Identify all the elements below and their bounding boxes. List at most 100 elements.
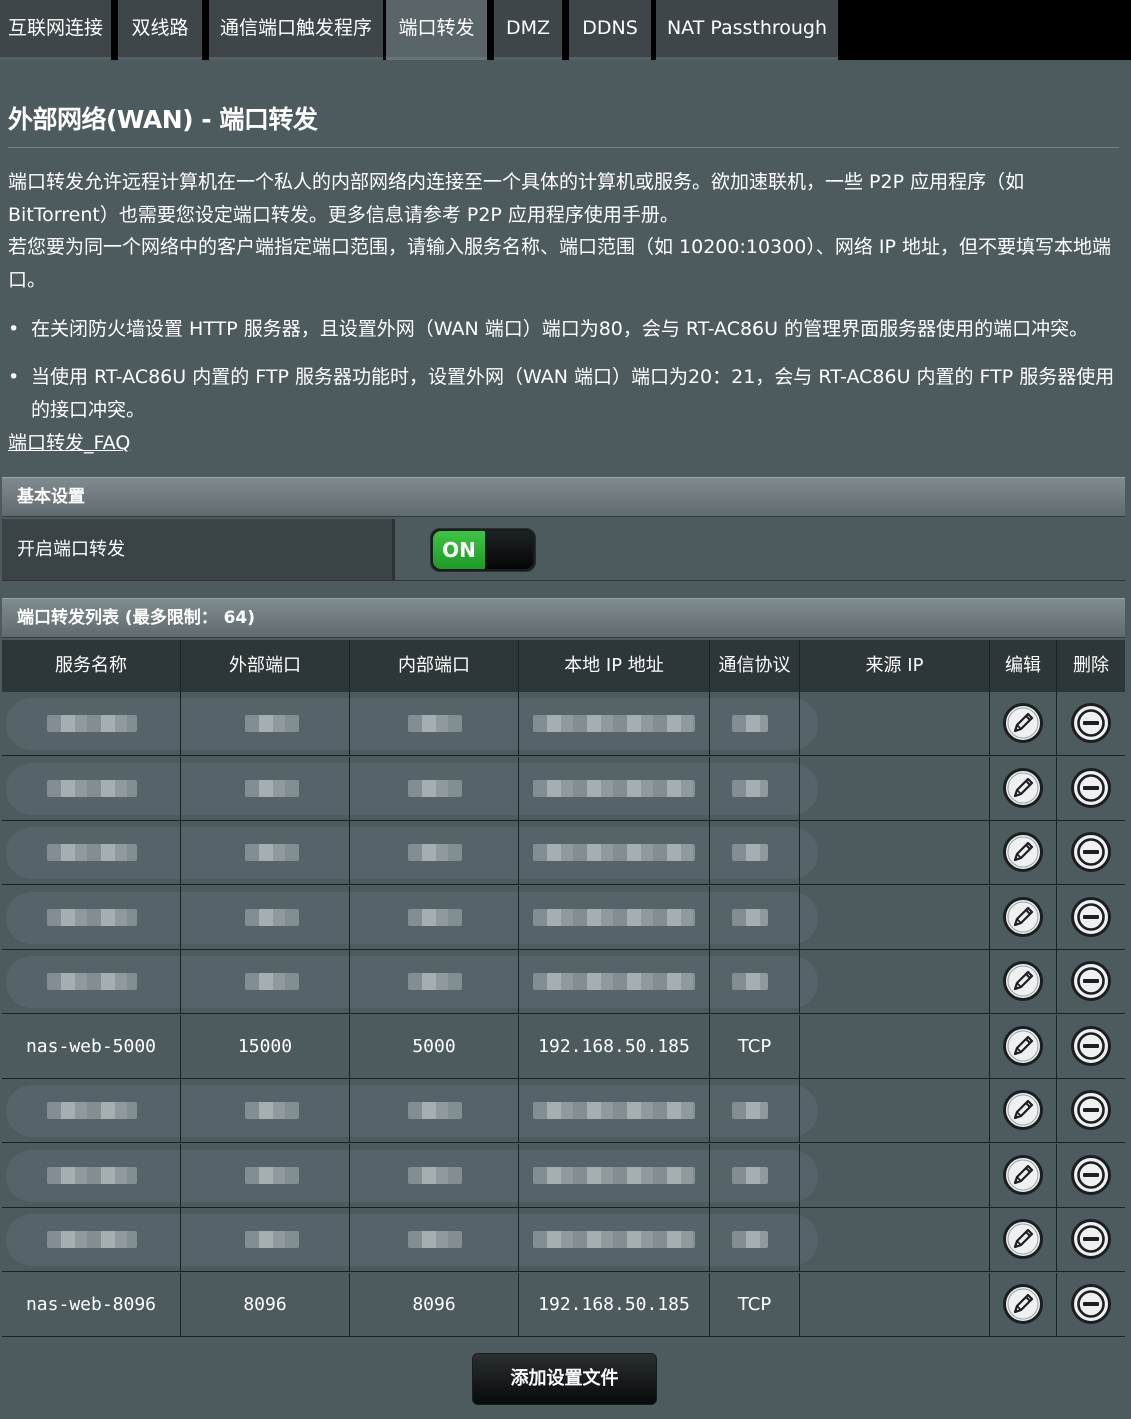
pencil-icon[interactable] [1002, 767, 1044, 809]
minus-circle-icon[interactable] [1070, 960, 1112, 1002]
cell-service-name [2, 692, 181, 755]
table-row [2, 821, 1125, 885]
title-divider [8, 147, 1119, 148]
tab-bar: 互联网连接 双线路 通信端口触发程序 端口转发 DMZ DDNS NAT Pas… [0, 0, 1131, 60]
redacted-value [47, 715, 137, 732]
redacted-value [245, 844, 299, 861]
redacted-value [408, 1231, 462, 1248]
cell-local-ip [519, 821, 710, 884]
minus-circle-icon[interactable] [1070, 1025, 1112, 1067]
tab-internet[interactable]: 互联网连接 [0, 0, 111, 60]
range-hint-paragraph: 若您要为同一个网络中的客户端指定端口范围，请输入服务名称、端口范围（如 1020… [8, 236, 1111, 291]
cell-local-ip [519, 1208, 710, 1271]
redacted-value [47, 909, 137, 926]
cell-source-ip [800, 821, 990, 884]
cell-service-name [2, 821, 181, 884]
minus-circle-icon[interactable] [1070, 1283, 1112, 1325]
pencil-icon[interactable] [1002, 896, 1044, 938]
redacted-value [533, 1231, 695, 1248]
minus-circle-icon[interactable] [1070, 1218, 1112, 1260]
cell-edit [990, 1208, 1057, 1271]
cell-delete [1057, 1144, 1125, 1207]
cell-internal-port [350, 1208, 519, 1271]
cell-protocol [710, 757, 800, 820]
cell-delete [1057, 1273, 1125, 1336]
pencil-icon[interactable] [1002, 1283, 1044, 1325]
cell-protocol [710, 1079, 800, 1142]
table-row [2, 1144, 1125, 1208]
tab-ddns[interactable]: DDNS [569, 0, 651, 60]
redacted-value [732, 973, 768, 990]
cell-edit [990, 1079, 1057, 1142]
port-forwarding-list-header: 端口转发列表 (最多限制： 64) [2, 598, 1125, 638]
column-source-ip: 来源 IP [800, 640, 990, 692]
column-external-port: 外部端口 [181, 640, 350, 692]
redacted-value [47, 780, 137, 797]
table-header: 服务名称 外部端口 内部端口 本地 IP 地址 通信协议 来源 IP 编辑 删除 [2, 640, 1125, 692]
cell-source-ip [800, 757, 990, 820]
cell-service-name [2, 1144, 181, 1207]
page-title: 外部网络(WAN) - 端口转发 [8, 105, 318, 134]
redacted-value [47, 973, 137, 990]
cell-service-name [2, 950, 181, 1013]
minus-circle-icon[interactable] [1070, 896, 1112, 938]
cell-edit [990, 1015, 1057, 1078]
pencil-icon[interactable] [1002, 960, 1044, 1002]
minus-circle-icon[interactable] [1070, 702, 1112, 744]
redacted-value [245, 1167, 299, 1184]
cell-delete [1057, 886, 1125, 949]
redacted-value [245, 715, 299, 732]
cell-internal-port [350, 950, 519, 1013]
redacted-value [408, 715, 462, 732]
table-row: nas-web-5000 15000 5000 192.168.50.185 TCP [2, 1015, 1125, 1079]
minus-circle-icon[interactable] [1070, 767, 1112, 809]
cell-local-ip [519, 1144, 710, 1207]
redacted-value [533, 844, 695, 861]
pencil-icon[interactable] [1002, 1218, 1044, 1260]
redacted-value [533, 780, 695, 797]
pencil-icon[interactable] [1002, 1154, 1044, 1196]
tab-divider [202, 0, 209, 60]
cell-source-ip [800, 1144, 990, 1207]
tab-dual-wan[interactable]: 双线路 [118, 0, 202, 60]
minus-circle-icon[interactable] [1070, 831, 1112, 873]
cell-external-port [181, 1208, 350, 1271]
pencil-icon[interactable] [1002, 831, 1044, 873]
cell-protocol: TCP [710, 1273, 800, 1336]
tab-divider [487, 0, 494, 60]
redacted-value [245, 909, 299, 926]
cell-internal-port: 5000 [350, 1015, 519, 1078]
cell-external-port [181, 1144, 350, 1207]
cell-service-name: nas-web-8096 [2, 1273, 181, 1336]
cell-source-ip [800, 1015, 990, 1078]
redacted-value [732, 1102, 768, 1119]
pencil-icon[interactable] [1002, 702, 1044, 744]
tab-dmz[interactable]: DMZ [494, 0, 562, 60]
cell-protocol [710, 1208, 800, 1271]
cell-external-port [181, 950, 350, 1013]
minus-circle-icon[interactable] [1070, 1154, 1112, 1196]
table-row [2, 886, 1125, 950]
cell-edit [990, 692, 1057, 755]
redacted-value [47, 1231, 137, 1248]
redacted-value [245, 973, 299, 990]
tab-nat-passthrough[interactable]: NAT Passthrough [656, 0, 838, 60]
port-forwarding-toggle[interactable]: ON [430, 528, 536, 572]
redacted-value [408, 844, 462, 861]
redacted-value [533, 715, 695, 732]
redacted-value [732, 1167, 768, 1184]
description-paragraph: 端口转发允许远程计算机在一个私人的内部网络内连接至一个具体的计算机或服务。欲加速… [8, 171, 1025, 226]
cell-external-port [181, 1079, 350, 1142]
cell-edit [990, 886, 1057, 949]
cell-edit [990, 950, 1057, 1013]
faq-link[interactable]: 端口转发_FAQ [8, 428, 130, 455]
minus-circle-icon[interactable] [1070, 1089, 1112, 1131]
tab-port-forwarding[interactable]: 端口转发 [386, 0, 487, 60]
column-internal-port: 内部端口 [350, 640, 519, 692]
cell-edit [990, 1273, 1057, 1336]
pencil-icon[interactable] [1002, 1089, 1044, 1131]
add-profile-button[interactable]: 添加设置文件 [472, 1353, 657, 1405]
tab-port-trigger[interactable]: 通信端口触发程序 [209, 0, 383, 60]
pencil-icon[interactable] [1002, 1025, 1044, 1067]
column-delete: 删除 [1073, 655, 1109, 676]
